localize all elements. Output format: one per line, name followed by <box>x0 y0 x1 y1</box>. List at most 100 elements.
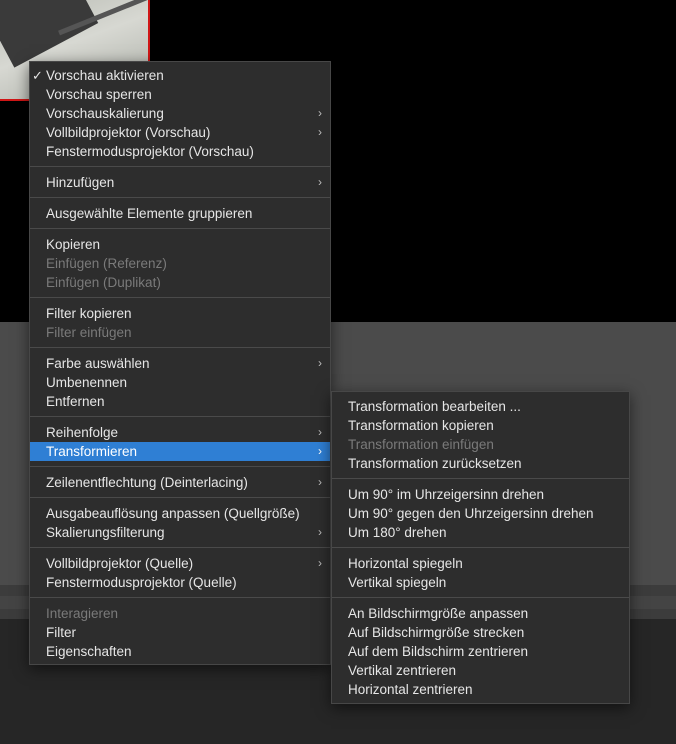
menu-item-label: Transformation zurücksetzen <box>348 456 522 471</box>
menu-separator <box>30 416 330 417</box>
menu-item-transform[interactable]: Transformieren › <box>30 442 330 461</box>
chevron-right-icon: › <box>318 556 322 570</box>
menu-item-fullscreen-projector-preview[interactable]: Vollbildprojektor (Vorschau) › <box>30 123 330 142</box>
menu-item-label: Filter <box>46 625 76 640</box>
menu-item-label: Transformation kopieren <box>348 418 494 433</box>
menu-item-label: Vollbildprojektor (Quelle) <box>46 556 194 571</box>
menu-item-remove[interactable]: Entfernen <box>30 392 330 411</box>
submenu-item-flip-vertical[interactable]: Vertikal spiegeln <box>332 573 629 592</box>
menu-item-windowed-projector-preview[interactable]: Fenstermodusprojektor (Vorschau) <box>30 142 330 161</box>
menu-item-label: Ausgewählte Elemente gruppieren <box>46 206 253 221</box>
menu-item-enable-preview[interactable]: ✓ Vorschau aktivieren <box>30 66 330 85</box>
preview-image-dark-region <box>0 0 99 68</box>
menu-separator <box>30 547 330 548</box>
transform-submenu: Transformation bearbeiten ... Transforma… <box>331 391 630 704</box>
menu-item-label: Eigenschaften <box>46 644 132 659</box>
menu-item-add[interactable]: Hinzufügen › <box>30 173 330 192</box>
menu-separator <box>30 597 330 598</box>
menu-item-label: Fenstermodusprojektor (Quelle) <box>46 575 237 590</box>
menu-item-label: Reihenfolge <box>46 425 119 440</box>
menu-item-label: Um 90° gegen den Uhrzeigersinn drehen <box>348 506 594 521</box>
chevron-right-icon: › <box>318 106 322 120</box>
menu-item-label: Umbenennen <box>46 375 128 390</box>
menu-item-label: Vorschauskalierung <box>46 106 164 121</box>
menu-item-windowed-projector-source[interactable]: Fenstermodusprojektor (Quelle) <box>30 573 330 592</box>
submenu-item-center-on-screen[interactable]: Auf dem Bildschirm zentrieren <box>332 642 629 661</box>
menu-item-deinterlacing[interactable]: Zeilenentflechtung (Deinterlacing) › <box>30 473 330 492</box>
submenu-item-copy-transform[interactable]: Transformation kopieren <box>332 416 629 435</box>
menu-item-fullscreen-projector-source[interactable]: Vollbildprojektor (Quelle) › <box>30 554 330 573</box>
submenu-item-rotate-90-ccw[interactable]: Um 90° gegen den Uhrzeigersinn drehen <box>332 504 629 523</box>
menu-item-paste-reference: Einfügen (Referenz) <box>30 254 330 273</box>
chevron-right-icon: › <box>318 356 322 370</box>
menu-item-label: An Bildschirmgröße anpassen <box>348 606 529 621</box>
chevron-right-icon: › <box>318 425 322 439</box>
submenu-item-center-vertical[interactable]: Vertikal zentrieren <box>332 661 629 680</box>
chevron-right-icon: › <box>318 444 322 458</box>
menu-item-label: Horizontal zentrieren <box>348 682 473 697</box>
menu-item-order[interactable]: Reihenfolge › <box>30 423 330 442</box>
submenu-item-stretch-to-screen[interactable]: Auf Bildschirmgröße strecken <box>332 623 629 642</box>
menu-item-label: Einfügen (Duplikat) <box>46 275 161 290</box>
menu-item-label: Horizontal spiegeln <box>348 556 463 571</box>
submenu-item-reset-transform[interactable]: Transformation zurücksetzen <box>332 454 629 473</box>
menu-item-label: Um 90° im Uhrzeigersinn drehen <box>348 487 544 502</box>
chevron-right-icon: › <box>318 475 322 489</box>
menu-separator <box>30 166 330 167</box>
menu-separator <box>30 466 330 467</box>
menu-item-select-color[interactable]: Farbe auswählen › <box>30 354 330 373</box>
menu-separator <box>30 197 330 198</box>
menu-item-label: Einfügen (Referenz) <box>46 256 167 271</box>
menu-item-label: Skalierungsfilterung <box>46 525 165 540</box>
menu-item-label: Um 180° drehen <box>348 525 447 540</box>
menu-item-label: Farbe auswählen <box>46 356 150 371</box>
menu-item-label: Hinzufügen <box>46 175 115 190</box>
chevron-right-icon: › <box>318 125 322 139</box>
menu-separator <box>332 547 629 548</box>
menu-item-copy-filters[interactable]: Filter kopieren <box>30 304 330 323</box>
chevron-right-icon: › <box>318 525 322 539</box>
menu-item-label: Entfernen <box>46 394 105 409</box>
menu-item-label: Auf dem Bildschirm zentrieren <box>348 644 529 659</box>
menu-item-label: Fenstermodusprojektor (Vorschau) <box>46 144 254 159</box>
submenu-item-rotate-90-cw[interactable]: Um 90° im Uhrzeigersinn drehen <box>332 485 629 504</box>
menu-separator <box>30 297 330 298</box>
menu-item-label: Transformation bearbeiten ... <box>348 399 521 414</box>
menu-item-label: Ausgabeauflösung anpassen (Quellgröße) <box>46 506 300 521</box>
menu-item-label: Transformation einfügen <box>348 437 494 452</box>
submenu-item-paste-transform: Transformation einfügen <box>332 435 629 454</box>
menu-separator <box>30 347 330 348</box>
menu-item-properties[interactable]: Eigenschaften <box>30 642 330 661</box>
menu-item-label: Vorschau aktivieren <box>46 68 164 83</box>
menu-separator <box>30 228 330 229</box>
menu-item-label: Vertikal zentrieren <box>348 663 457 678</box>
submenu-item-rotate-180[interactable]: Um 180° drehen <box>332 523 629 542</box>
menu-item-filters[interactable]: Filter <box>30 623 330 642</box>
chevron-right-icon: › <box>318 175 322 189</box>
checkmark-icon: ✓ <box>32 68 43 83</box>
menu-item-label: Filter einfügen <box>46 325 132 340</box>
menu-item-label: Zeilenentflechtung (Deinterlacing) <box>46 475 248 490</box>
menu-item-paste-filters: Filter einfügen <box>30 323 330 342</box>
menu-item-scale-filtering[interactable]: Skalierungsfilterung › <box>30 523 330 542</box>
submenu-item-fit-to-screen[interactable]: An Bildschirmgröße anpassen <box>332 604 629 623</box>
menu-separator <box>332 478 629 479</box>
menu-item-copy[interactable]: Kopieren <box>30 235 330 254</box>
context-menu: ✓ Vorschau aktivieren Vorschau sperren V… <box>29 61 331 665</box>
menu-item-resize-output-source[interactable]: Ausgabeauflösung anpassen (Quellgröße) <box>30 504 330 523</box>
menu-item-preview-scaling[interactable]: Vorschauskalierung › <box>30 104 330 123</box>
menu-item-label: Auf Bildschirmgröße strecken <box>348 625 525 640</box>
submenu-item-edit-transform[interactable]: Transformation bearbeiten ... <box>332 397 629 416</box>
menu-item-interact: Interagieren <box>30 604 330 623</box>
menu-item-label: Vorschau sperren <box>46 87 152 102</box>
submenu-item-flip-horizontal[interactable]: Horizontal spiegeln <box>332 554 629 573</box>
menu-item-label: Kopieren <box>46 237 101 252</box>
menu-item-group-selected[interactable]: Ausgewählte Elemente gruppieren <box>30 204 330 223</box>
submenu-item-center-horizontal[interactable]: Horizontal zentrieren <box>332 680 629 699</box>
menu-item-rename[interactable]: Umbenennen <box>30 373 330 392</box>
menu-separator <box>332 597 629 598</box>
menu-item-label: Vollbildprojektor (Vorschau) <box>46 125 211 140</box>
menu-item-lock-preview[interactable]: Vorschau sperren <box>30 85 330 104</box>
menu-item-label: Transformieren <box>46 444 138 459</box>
menu-separator <box>30 497 330 498</box>
